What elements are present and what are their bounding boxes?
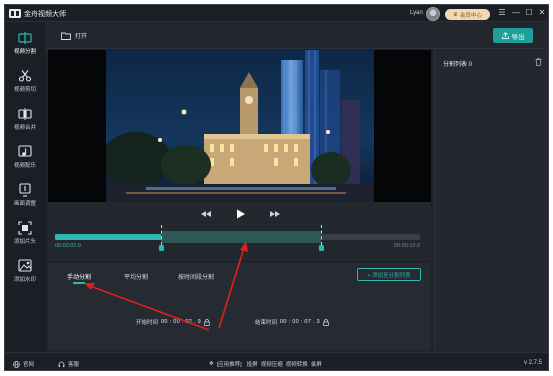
merge-icon [18, 108, 32, 120]
app-link-screencast[interactable]: 投屏 [247, 360, 258, 368]
split-list-panel: 分割列表 0 [434, 50, 548, 351]
export-button[interactable]: 导出 [493, 28, 533, 43]
end-handle-line [321, 225, 323, 245]
start-handle[interactable] [158, 245, 164, 251]
add-to-split-list-button[interactable]: + 添加至分割列表 [357, 268, 421, 281]
start-time-field: 开始时间 00 : 00 : 02 . 9 [136, 318, 210, 326]
end-handle[interactable] [319, 245, 325, 251]
rewind-icon[interactable] [200, 208, 212, 220]
close-button[interactable]: ✕ [537, 8, 547, 18]
app-title: 金舟视频大师 [24, 11, 66, 18]
headset-icon [58, 361, 65, 367]
play-icon[interactable] [234, 208, 246, 220]
timeline: 00:00:02.9 00:00:10.0 [48, 221, 431, 261]
sidebar-item-merge[interactable]: 视频合并 [5, 102, 45, 136]
video-frame-image [106, 50, 374, 202]
sidebar-item-label: 视频分割 [13, 49, 36, 55]
sidebar-item-split[interactable]: 视频分割 [5, 26, 45, 60]
app-link-record[interactable]: 录屏 [311, 360, 322, 368]
app-link-compress[interactable]: 视频压缩 [261, 360, 283, 368]
sidebar-item-intro[interactable]: 添加片头 [5, 216, 45, 250]
export-icon [501, 32, 509, 39]
toolbar: 打开 导出 [45, 22, 548, 49]
title-bar: 金舟视频大师 Lyan ♛ 会员中心 ☰ — ☐ ✕ [5, 5, 548, 22]
avatar[interactable] [426, 7, 440, 21]
tab-active-indicator [73, 282, 85, 284]
video-preview [48, 50, 431, 202]
sidebar-item-label: 视频剪切 [13, 87, 36, 93]
recommend-label: [应用推荐] [216, 362, 242, 368]
crop-icon [19, 183, 31, 197]
sidebar-item-label: 添加片头 [13, 239, 36, 245]
app-logo-icon [9, 9, 21, 18]
start-time-input[interactable]: 00 : 00 : 02 . 9 [161, 319, 201, 325]
lock-icon[interactable] [323, 318, 329, 326]
end-time-field: 结束时间 00 : 00 : 07 . 3 [255, 318, 329, 326]
menu-icon[interactable]: ☰ [497, 8, 507, 18]
open-button[interactable]: 打开 [61, 31, 87, 40]
intro-icon [18, 221, 32, 235]
recommend-icon: ✥ [209, 361, 214, 367]
status-bar: 官网 客服 ✥ [应用推荐] 投屏 视频压缩 视频转换 录屏 v 2.7.5 [5, 352, 548, 370]
sidebar-item-label: 添加水印 [13, 277, 36, 283]
current-time: 00:00:02.9 [55, 243, 81, 249]
sidebar-item-label: 视频配乐 [13, 163, 36, 169]
cut-icon [18, 70, 32, 82]
split-options-panel: 手动分割 平均分割 按时间段分割 + 添加至分割列表 开始时间 00 : 00 … [48, 263, 431, 351]
maximize-button[interactable]: ☐ [524, 8, 534, 18]
sidebar-item-label: 画面调整 [13, 201, 36, 207]
start-handle-line [160, 225, 162, 245]
sidebar-item-cut[interactable]: 视频剪切 [5, 64, 45, 98]
end-time-label: 结束时间 [255, 320, 278, 326]
watermark-icon [18, 259, 32, 272]
support-label: 客服 [68, 362, 80, 368]
website-label: 官网 [23, 362, 35, 368]
music-icon [18, 145, 32, 157]
end-time-input[interactable]: 00 : 00 : 07 . 3 [280, 319, 320, 325]
tab-manual-split[interactable]: 手动分割 [67, 272, 91, 281]
tab-time-range-split[interactable]: 按时间段分割 [178, 272, 214, 281]
folder-icon [61, 32, 71, 40]
vip-center-label: 会员中心 [459, 12, 482, 19]
sidebar-item-music[interactable]: 视频配乐 [5, 140, 45, 174]
app-link-convert[interactable]: 视频转换 [286, 360, 308, 368]
sidebar: 视频分割 视频剪切 视频合并 视频配乐 画面调整 添加片头 添加水印 [5, 22, 45, 352]
support-link[interactable]: 客服 [58, 360, 79, 368]
start-time-label: 开始时间 [136, 320, 159, 326]
tab-average-split[interactable]: 平均分割 [124, 272, 148, 281]
split-selection[interactable] [160, 231, 322, 243]
split-list-title: 分割列表 0 [443, 62, 473, 68]
total-time: 00:00:10.0 [394, 243, 420, 249]
vip-center-button[interactable]: ♛ 会员中心 [445, 9, 490, 20]
crown-icon: ♛ [453, 11, 458, 18]
open-label: 打开 [75, 34, 88, 40]
timeline-played-bar [55, 234, 161, 240]
recommend-apps: ✥ [应用推荐] 投屏 视频压缩 视频转换 录屏 [209, 360, 322, 368]
website-link[interactable]: 官网 [13, 360, 34, 368]
minimize-button[interactable]: — [511, 8, 521, 18]
globe-icon [13, 360, 20, 368]
trash-icon[interactable] [535, 58, 542, 66]
split-icon [18, 32, 32, 44]
fast-forward-icon[interactable] [269, 208, 281, 220]
sidebar-item-label: 视频合并 [13, 125, 36, 131]
version-label: v 2.7.5 [524, 360, 543, 366]
app-window: 金舟视频大师 Lyan ♛ 会员中心 ☰ — ☐ ✕ 视频分割 视频剪切 视频合… [4, 4, 549, 371]
lock-icon[interactable] [204, 318, 210, 326]
sidebar-item-watermark[interactable]: 添加水印 [5, 254, 45, 288]
sidebar-item-adjust[interactable]: 画面调整 [5, 178, 45, 212]
export-label: 导出 [511, 33, 525, 41]
user-name[interactable]: Lyan [410, 10, 423, 16]
